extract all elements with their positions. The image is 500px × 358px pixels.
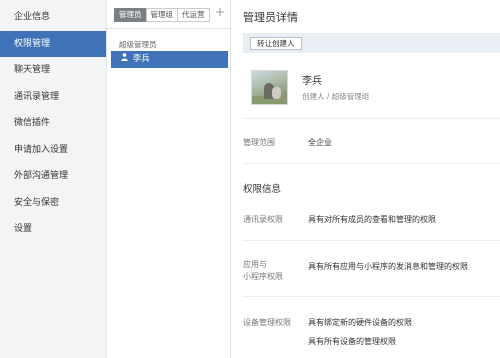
group-label: 超级管理员 xyxy=(119,40,157,49)
permission-value-devices-bind: 具有绑定新的硬件设备的权限 xyxy=(308,318,412,327)
page-title: 管理员详情 xyxy=(243,11,298,24)
divider xyxy=(243,240,500,241)
nav-item-settings[interactable]: 设置 xyxy=(0,216,106,243)
nav-item-contacts-management[interactable]: 通讯录管理 xyxy=(0,84,106,111)
permission-label-apps-line2: 小程序权限 xyxy=(243,272,283,281)
nav-item-wechat-plugin[interactable]: 微信插件 xyxy=(0,110,106,137)
permissions-title: 权限信息 xyxy=(243,184,282,195)
permission-label-apps-line1: 应用与 xyxy=(243,260,267,269)
member-name: 李兵 xyxy=(132,54,150,64)
list-item-admin[interactable]: 李兵 xyxy=(111,51,228,68)
permission-label-devices: 设备管理权限 xyxy=(243,318,291,327)
divider xyxy=(243,163,500,164)
scope-label: 管理范围 xyxy=(243,138,275,147)
transfer-creator-button[interactable]: 转让创建人 xyxy=(250,37,302,50)
scope-value: 全企业 xyxy=(308,138,332,147)
left-nav: 企业信息 权限管理 聊天管理 通讯录管理 微信插件 申请加入设置 外部沟通管理 … xyxy=(0,0,107,358)
user-name: 李兵 xyxy=(302,76,322,87)
nav-item-permission-management[interactable]: 权限管理 xyxy=(0,30,106,57)
user-role: 创建人 / 超级管理组 xyxy=(302,92,370,101)
avatar xyxy=(251,70,288,105)
detail-toolbar: 转让创建人 xyxy=(243,33,500,53)
person-icon xyxy=(121,51,130,68)
admin-list-panel: 管理员 管理组 代运营 + 超级管理员 李兵 xyxy=(107,0,231,358)
nav-item-security[interactable]: 安全与保密 xyxy=(0,190,106,217)
add-icon[interactable]: + xyxy=(215,5,225,19)
permission-value-apps: 具有所有应用与小程序的发消息和管理的权限 xyxy=(308,262,468,271)
nav-item-external-communication[interactable]: 外部沟通管理 xyxy=(0,163,106,190)
tab-admins[interactable]: 管理员 xyxy=(114,8,147,22)
nav-item-enterprise-info[interactable]: 企业信息 xyxy=(0,4,106,31)
nav-item-chat-management[interactable]: 聊天管理 xyxy=(0,57,106,84)
permission-value-contacts: 具有对所有成员的查看和管理的权限 xyxy=(308,215,436,224)
tab-admin-groups[interactable]: 管理组 xyxy=(145,8,178,22)
divider xyxy=(243,118,500,119)
permission-label-contacts: 通讯录权限 xyxy=(243,215,283,224)
nav-item-join-settings[interactable]: 申请加入设置 xyxy=(0,137,106,164)
divider xyxy=(243,296,500,297)
divider xyxy=(107,28,231,29)
admin-tabs: 管理员 管理组 代运营 xyxy=(114,8,210,22)
permission-value-devices-manage: 具有所有设备的管理权限 xyxy=(308,337,396,346)
tab-operators[interactable]: 代运营 xyxy=(177,8,210,22)
admin-detail-pane: 管理员详情 转让创建人 李兵 创建人 / 超级管理组 管理范围 全企业 权限信息… xyxy=(231,0,500,358)
